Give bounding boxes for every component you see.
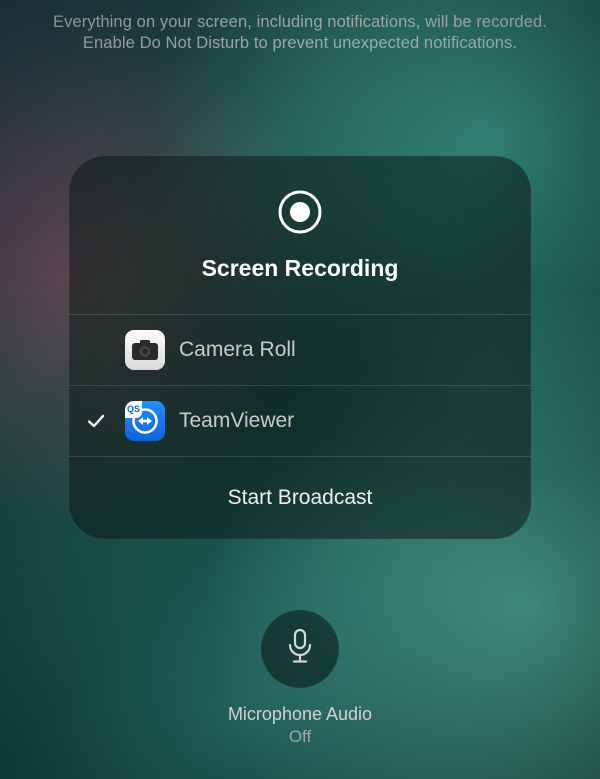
microphone-toggle-button[interactable]: [261, 610, 339, 688]
microphone-section: Microphone Audio Off: [0, 610, 600, 747]
panel-header: Screen Recording: [69, 156, 531, 314]
start-broadcast-label: Start Broadcast: [228, 486, 373, 510]
teamviewer-app-icon: QS: [125, 401, 165, 441]
camera-roll-app-icon: [125, 330, 165, 370]
teamviewer-qs-badge: QS: [125, 401, 142, 418]
microphone-label: Microphone Audio: [228, 704, 372, 725]
microphone-status: Off: [289, 727, 311, 747]
start-broadcast-button[interactable]: Start Broadcast: [69, 456, 531, 539]
broadcast-option-camera-roll[interactable]: Camera Roll: [69, 314, 531, 385]
broadcast-option-label: Camera Roll: [179, 338, 296, 362]
record-icon: [276, 188, 324, 241]
recording-warning-text: Everything on your screen, including not…: [0, 12, 600, 54]
microphone-icon: [285, 628, 315, 671]
screen-recording-panel: Screen Recording Camera Roll: [69, 156, 531, 539]
panel-title: Screen Recording: [202, 255, 399, 282]
checkmark-icon: [81, 411, 111, 431]
broadcast-option-label: TeamViewer: [179, 409, 294, 433]
broadcast-option-teamviewer[interactable]: QS TeamViewer: [69, 385, 531, 456]
